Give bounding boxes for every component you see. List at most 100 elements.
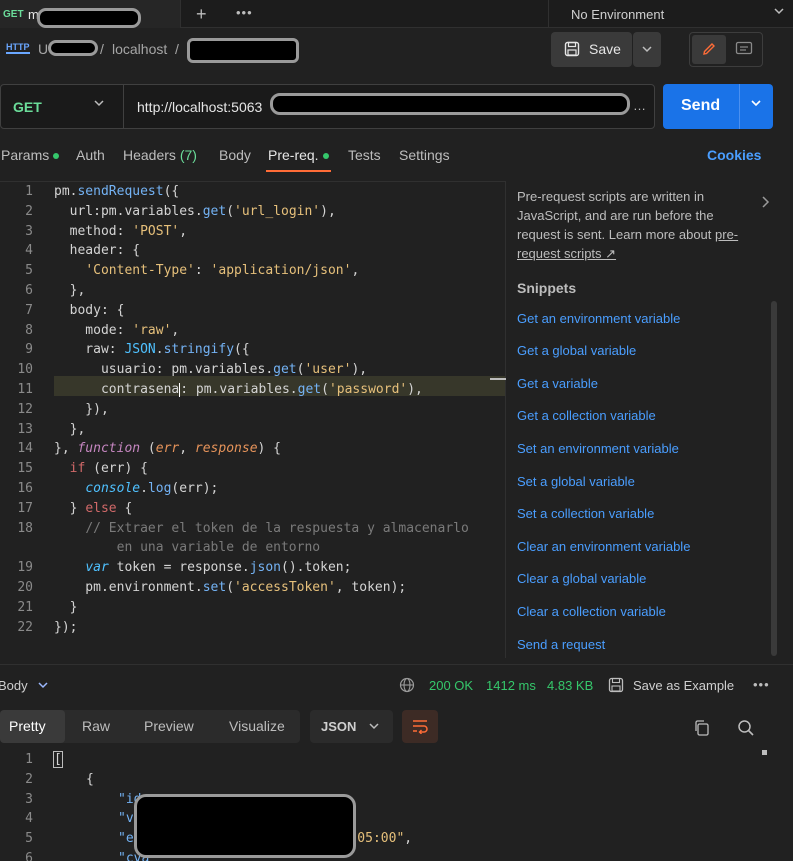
breadcrumb-separator: / [175, 41, 179, 57]
code-line: raw: JSON.stringify({ [54, 342, 250, 357]
tab-auth[interactable]: Auth [76, 147, 105, 163]
snippet-link[interactable]: Clear a global variable [517, 571, 646, 586]
tab-params[interactable]: Params [1, 147, 60, 163]
code-line: en una variable de entorno [116, 540, 321, 555]
new-tab-icon[interactable]: + [196, 4, 207, 25]
line-number: 13 [17, 422, 33, 437]
code-line: // Extraer el token de la respuesta y al… [85, 521, 469, 536]
code-line: }); [54, 620, 78, 635]
code-line: }, function (err, response) { [54, 441, 282, 456]
cookies-link[interactable]: Cookies [707, 147, 761, 163]
url-input[interactable]: http://localhost:5063 [137, 99, 262, 115]
more-options-icon[interactable]: ••• [753, 677, 770, 692]
line-number: 6 [25, 851, 33, 861]
breadcrumb-separator: / [100, 41, 104, 57]
tab-settings[interactable]: Settings [399, 147, 450, 163]
snippet-link[interactable]: Send a request [517, 637, 605, 652]
code-line: contrasena: pm.variables.get('password')… [54, 382, 423, 397]
more-tabs-icon[interactable]: ••• [236, 5, 253, 20]
snippet-link[interactable]: Set a collection variable [517, 506, 654, 521]
line-number: 15 [17, 461, 33, 476]
response-time[interactable]: 1412 ms [486, 678, 536, 693]
view-tab-raw[interactable]: Raw [82, 718, 110, 734]
code-line: pm.environment.set('accessToken', token)… [54, 580, 407, 595]
chevron-down-icon [368, 720, 380, 735]
view-tab-visualize[interactable]: Visualize [229, 718, 285, 734]
code-line: url:pm.variables.get('url_login'), [54, 204, 336, 219]
view-tab-pretty[interactable]: Pretty [9, 718, 46, 734]
editor-overview-marker [490, 378, 506, 380]
line-number: 20 [17, 580, 33, 595]
status-code[interactable]: 200 OK [429, 678, 473, 693]
format-select[interactable]: JSON [310, 710, 393, 743]
snippet-link[interactable]: Clear an environment variable [517, 539, 690, 554]
prereq-indicator-dot [322, 153, 329, 160]
collapse-panel-icon[interactable] [760, 195, 770, 212]
line-number: 14 [17, 441, 33, 456]
response-body-viewer[interactable]: 1 2 3 4 5 6 [ { "id "va "e 7:05:00", "cva [0, 748, 793, 861]
tab-tests[interactable]: Tests [348, 147, 381, 163]
save-label: Save [589, 41, 621, 57]
chevron-down-icon[interactable] [37, 679, 49, 694]
line-number: 12 [17, 402, 33, 417]
line-number: 17 [17, 501, 33, 516]
comment-icon[interactable] [735, 41, 753, 60]
view-mode-toggle [689, 32, 763, 67]
snippet-link[interactable]: Get a variable [517, 376, 598, 391]
snippet-link[interactable]: Get an environment variable [517, 311, 680, 326]
line-number: 5 [25, 263, 33, 278]
code-line: }, [54, 283, 86, 298]
save-as-example-button[interactable]: Save as Example [633, 678, 734, 693]
send-divider [739, 84, 740, 129]
description-text: Pre-request scripts are written in JavaS… [517, 189, 714, 242]
globe-icon[interactable] [399, 677, 415, 696]
search-icon[interactable] [737, 719, 755, 740]
edit-mode-button[interactable] [692, 35, 726, 64]
code-line: if (err) { [69, 461, 148, 476]
code-line: mode: 'raw', [54, 323, 180, 338]
line-number: 10 [17, 362, 33, 377]
response-size[interactable]: 4.83 KB [547, 678, 593, 693]
line-number: 9 [25, 342, 33, 357]
url-divider [123, 85, 124, 128]
method-select[interactable]: GET [13, 99, 42, 115]
tab-prereq[interactable]: Pre-req. [268, 147, 329, 163]
wrap-lines-button[interactable] [402, 710, 438, 743]
tab-headers-label: Headers [123, 147, 176, 163]
pencil-icon [701, 41, 717, 60]
panel-scrollbar[interactable] [771, 301, 777, 656]
scroll-marker [762, 750, 767, 755]
breadcrumb-collection[interactable]: localhost [112, 41, 167, 57]
breadcrumb-workspace[interactable]: U [38, 41, 48, 57]
code-line: 'Content-Type': 'application/json', [85, 263, 360, 278]
copy-icon[interactable] [693, 719, 711, 740]
response-section-label: Body [0, 678, 28, 693]
response-section-select[interactable]: Body [0, 678, 28, 693]
snippet-link[interactable]: Set an environment variable [517, 441, 679, 456]
snippet-link[interactable]: Get a global variable [517, 343, 636, 358]
url-overflow-ellipsis: … [633, 98, 646, 113]
code-line: }), [54, 402, 109, 417]
save-button[interactable]: Save [551, 32, 632, 67]
code-line: var token = response.json().token; [85, 560, 352, 575]
prerequest-script-editor[interactable]: 1 2 3 4 5 6 7 8 9 10 11 12 13 14 15 16 1… [0, 181, 506, 658]
tab-headers[interactable]: Headers (7) [123, 147, 197, 163]
environment-selector[interactable]: No Environment [548, 0, 793, 28]
json-line: [ [53, 751, 63, 768]
redacted-tab-name [37, 8, 141, 28]
line-number: 22 [17, 620, 33, 635]
send-button[interactable]: Send [663, 84, 773, 129]
save-icon [564, 41, 580, 60]
headers-count: (7) [179, 147, 197, 163]
tab-body[interactable]: Body [219, 147, 251, 163]
view-tab-preview[interactable]: Preview [144, 718, 194, 734]
snippet-link[interactable]: Get a collection variable [517, 408, 656, 423]
chevron-down-icon[interactable] [749, 96, 763, 113]
wrap-lines-icon [411, 718, 429, 737]
chevron-down-icon[interactable] [93, 97, 105, 112]
snippet-link[interactable]: Clear a collection variable [517, 604, 666, 619]
snippet-link[interactable]: Set a global variable [517, 474, 635, 489]
json-line: { [86, 772, 94, 787]
save-options-button[interactable] [633, 32, 661, 67]
redacted-request-name [187, 38, 299, 63]
